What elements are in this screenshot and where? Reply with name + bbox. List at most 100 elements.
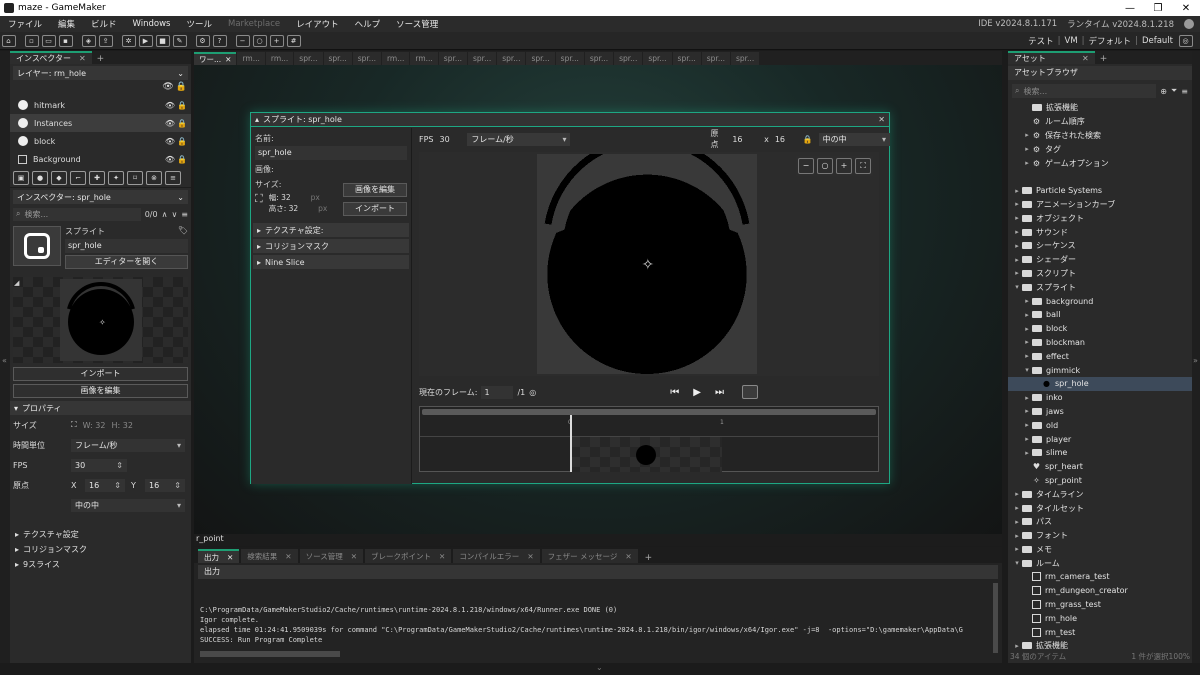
menu-icon[interactable]: ≡ — [181, 210, 188, 219]
asset-search-input[interactable]: ⌕ 検索... — [1012, 84, 1157, 98]
add-asset-layer-icon[interactable]: ✚ — [89, 170, 105, 185]
chevron-right-icon[interactable]: ▸ — [1022, 435, 1032, 443]
stop-icon[interactable]: ■ — [155, 34, 170, 47]
asset-tree-item[interactable]: ▸ シェーダー — [1008, 253, 1192, 267]
asset-tree-item[interactable]: ▸ Particle Systems — [1008, 184, 1192, 198]
menu-help[interactable]: ヘルプ — [347, 18, 389, 30]
texture-settings-section[interactable]: ▸ テクスチャ設定: — [253, 223, 409, 237]
menu-windows[interactable]: Windows — [125, 19, 179, 29]
output-horizontal-scrollbar[interactable] — [200, 651, 340, 657]
collapse-bottom-icon[interactable]: ⌄ — [596, 663, 603, 672]
close-tab-icon[interactable]: ✕ — [625, 552, 631, 561]
save-icon[interactable]: ▪ — [58, 34, 73, 47]
tab-document[interactable]: spr... — [323, 52, 352, 65]
tab-document[interactable]: rm... — [381, 52, 410, 65]
lock-icon[interactable]: 🔒 — [177, 137, 187, 146]
chevron-right-icon[interactable]: ▸ — [1012, 228, 1022, 236]
layer-row[interactable]: Background 👁 🔒 — [10, 150, 191, 168]
menu-icon[interactable]: ≡ — [1181, 87, 1188, 96]
add-path-layer-icon[interactable]: ⌐ — [70, 170, 86, 185]
asset-tree-item[interactable]: ▸ background — [1008, 294, 1192, 308]
export-icon[interactable]: ⇪ — [98, 34, 113, 47]
asset-tree-item[interactable]: ▸ ball — [1008, 308, 1192, 322]
frame-thumbnail[interactable] — [570, 437, 722, 472]
clean-icon[interactable]: ✎ — [172, 34, 187, 47]
asset-tree-item[interactable]: ▸ タイルセット — [1008, 501, 1192, 515]
asset-tree-item[interactable]: 拡張機能 — [1008, 101, 1192, 115]
tab-inspector[interactable]: インスペクター ✕ — [10, 51, 92, 64]
layer-row[interactable]: hitmark 👁 🔒 — [10, 96, 191, 114]
layer-row[interactable]: block 👁 🔒 — [10, 132, 191, 150]
chevron-right-icon[interactable]: ▸ — [1012, 242, 1022, 250]
nine-slice-section[interactable]: ▸ 9スライス — [10, 557, 191, 572]
target-vm[interactable]: VM — [1065, 36, 1078, 46]
tab-feather-messages[interactable]: フェザー メッセージ ✕ — [541, 549, 638, 563]
asset-tree-item[interactable]: ▸ ⚙ タグ — [1008, 142, 1192, 156]
asset-tree-item[interactable]: ▾ ルーム — [1008, 556, 1192, 570]
maximize-button[interactable]: ❐ — [1144, 3, 1172, 14]
asset-tree-item[interactable]: ▸ サウンド — [1008, 225, 1192, 239]
tab-document[interactable]: spr... — [730, 52, 760, 65]
collapse-right-icon[interactable]: » — [1193, 356, 1198, 365]
close-tab-icon[interactable]: ✕ — [439, 552, 445, 561]
bottom-dock-strip[interactable]: ⌄ — [0, 663, 1200, 675]
asset-tree-item[interactable]: ▸ フォント — [1008, 529, 1192, 543]
import-button[interactable]: インポート — [13, 367, 188, 381]
tab-output[interactable]: 出力 ✕ — [198, 549, 240, 563]
chevron-right-icon[interactable]: ▸ — [1012, 200, 1022, 208]
asset-tree-item[interactable]: ▸ タイムライン — [1008, 487, 1192, 501]
tab-document[interactable]: spr... — [352, 52, 381, 65]
chevron-right-icon[interactable]: ▸ — [1012, 490, 1022, 498]
chevron-right-icon[interactable]: ▸ — [1012, 187, 1022, 195]
tab-assets[interactable]: アセット ✕ — [1008, 51, 1095, 64]
close-window-button[interactable]: ✕ — [1172, 3, 1200, 14]
tab-document[interactable]: spr... — [584, 52, 614, 65]
tab-document[interactable]: spr... — [497, 52, 526, 65]
stepper-icon[interactable]: ⇕ — [114, 479, 125, 492]
asset-tree-item[interactable]: ▸ block — [1008, 322, 1192, 336]
asset-tree-item[interactable]: ▸ effect — [1008, 349, 1192, 363]
timeline-scrollbar[interactable] — [422, 409, 876, 415]
add-effect-layer-icon[interactable]: ✦ — [108, 170, 124, 185]
chevron-right-icon[interactable]: ▸ — [1022, 352, 1032, 360]
chevron-right-icon[interactable]: ▸ — [1022, 145, 1032, 153]
zoom-out-icon[interactable]: − — [798, 158, 814, 174]
asset-tree-item[interactable]: ♥ spr_heart — [1008, 460, 1192, 474]
tab-source-control[interactable]: ソース管理 ✕ — [299, 549, 364, 563]
close-icon[interactable]: ✕ — [878, 115, 885, 124]
chevron-right-icon[interactable]: ▸ — [1022, 338, 1032, 346]
target-default[interactable]: デフォルト — [1089, 35, 1132, 47]
chevron-right-icon[interactable]: ▸ — [1012, 518, 1022, 526]
play-icon[interactable]: ▶ — [693, 387, 701, 398]
add-tab-icon[interactable]: + — [92, 54, 110, 64]
fit-to-window-icon[interactable]: ⛶ — [855, 158, 871, 174]
origin-y-input[interactable]: 16 ⇕ — [145, 478, 185, 492]
target-config[interactable]: Default — [1142, 36, 1173, 46]
add-asset-icon[interactable]: ⊕ — [1160, 87, 1167, 96]
chevron-right-icon[interactable]: ▸ — [1012, 504, 1022, 512]
asset-tree-item[interactable]: ▸ jaws — [1008, 405, 1192, 419]
chevron-right-icon[interactable]: ▸ — [1012, 214, 1022, 222]
asset-tree-item[interactable]: rm_grass_test — [1008, 598, 1192, 612]
zoom-out-icon[interactable]: − — [235, 34, 250, 47]
asset-tree-item[interactable]: ▸ old — [1008, 418, 1192, 432]
asset-tree-item[interactable]: ▸ オブジェクト — [1008, 211, 1192, 225]
eye-icon[interactable]: 👁 — [162, 82, 173, 96]
fps-input[interactable]: 30 ⇕ — [71, 458, 127, 472]
close-tab-icon[interactable]: ✕ — [351, 552, 357, 561]
chevron-down-icon[interactable]: ▾ — [1012, 283, 1022, 291]
lock-icon[interactable]: 🔒 — [177, 155, 187, 164]
menu-layout[interactable]: レイアウト — [288, 18, 347, 30]
asset-tree-item[interactable]: ▸ blockman — [1008, 336, 1192, 350]
asset-tree-item[interactable]: ⚙ ルーム順序 — [1008, 115, 1192, 129]
chevron-right-icon[interactable]: ▸ — [1022, 394, 1032, 402]
lock-icon[interactable]: 🔒 — [177, 119, 187, 128]
tab-document[interactable]: spr... — [643, 52, 672, 65]
asset-tree-item[interactable]: ▸ ⚙ 保存された検索 — [1008, 129, 1192, 143]
sprite-inspector-dropdown[interactable]: インスペクター: spr_hole ⌄ — [13, 190, 188, 204]
add-tile-layer-icon[interactable]: ◆ — [51, 170, 67, 185]
tab-document[interactable]: spr... — [701, 52, 730, 65]
settings-gear-icon[interactable]: ⚙ — [195, 34, 210, 47]
chevron-down-icon[interactable]: ▾ — [1022, 366, 1032, 374]
add-tab-icon[interactable]: + — [1095, 54, 1113, 64]
